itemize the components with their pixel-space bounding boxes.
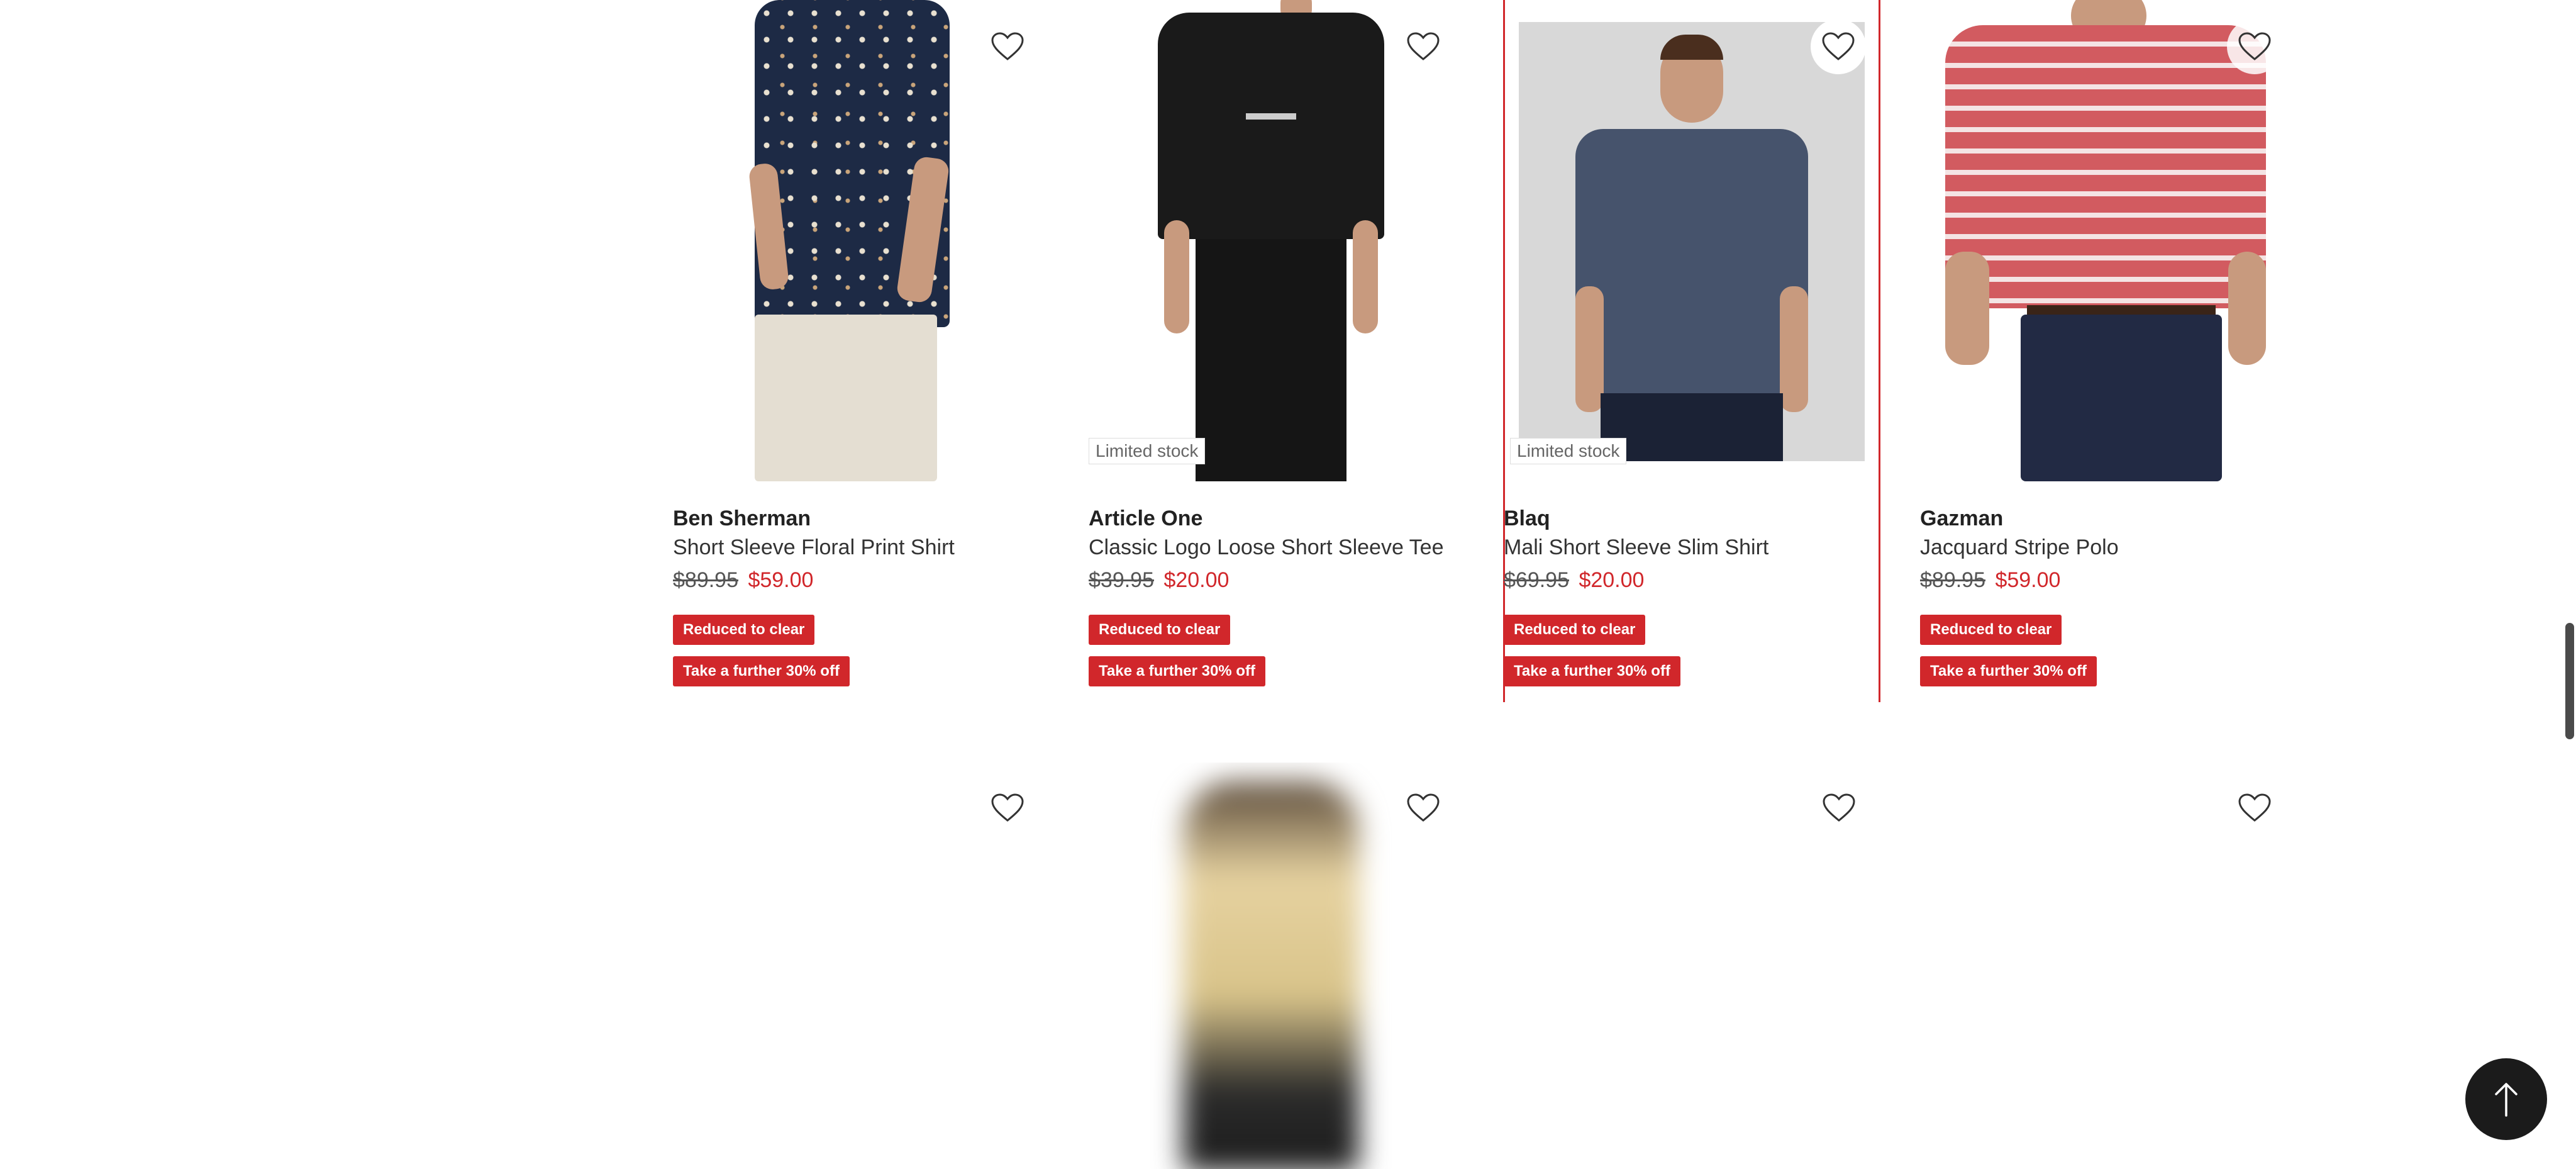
arrow-up-icon bbox=[2495, 1083, 2518, 1117]
was-price: $89.95 bbox=[1920, 568, 1985, 592]
product-brand: Article One bbox=[1089, 506, 1203, 530]
product-name: Classic Logo Loose Short Sleeve Tee bbox=[1089, 535, 1444, 559]
wishlist-button[interactable] bbox=[1811, 19, 1866, 74]
product-info[interactable]: Blaq Mali Short Sleeve Slim Shirt $69.95… bbox=[1504, 506, 1881, 686]
back-to-top-button[interactable] bbox=[2465, 1058, 2547, 1140]
sale-price: $20.00 bbox=[1163, 568, 1230, 592]
stock-tag: Limited stock bbox=[1089, 438, 1206, 464]
product-card[interactable]: Limited stock Article One Classic Logo L… bbox=[1089, 0, 1453, 702]
was-price: $89.95 bbox=[673, 568, 738, 592]
sale-price: $59.00 bbox=[748, 568, 814, 592]
product-info[interactable]: Article One Classic Logo Loose Short Sle… bbox=[1089, 506, 1466, 686]
product-image-loading[interactable] bbox=[1504, 763, 1869, 1169]
wishlist-button[interactable] bbox=[980, 19, 1035, 74]
product-image[interactable] bbox=[1920, 0, 2285, 481]
scrollbar-track[interactable] bbox=[2565, 0, 2576, 1169]
wishlist-button[interactable] bbox=[2227, 19, 2282, 74]
wishlist-button[interactable] bbox=[1396, 19, 1451, 74]
sale-price: $59.00 bbox=[1995, 568, 2061, 592]
was-price: $69.95 bbox=[1504, 568, 1569, 592]
heart-outline-icon bbox=[1407, 793, 1440, 822]
heart-outline-icon bbox=[2238, 32, 2271, 60]
product-card[interactable]: Ben Sherman Short Sleeve Floral Print Sh… bbox=[673, 0, 1038, 702]
further-off-badge: Take a further 30% off bbox=[1920, 656, 2097, 686]
product-image-loading[interactable] bbox=[1089, 763, 1453, 1169]
heart-outline-icon bbox=[1822, 32, 1855, 60]
wishlist-button[interactable] bbox=[1396, 780, 1451, 836]
reduced-badge: Reduced to clear bbox=[1504, 615, 1646, 645]
product-card-hovered[interactable]: Limited stock Blaq Mali Short Sleeve Sli… bbox=[1503, 0, 1880, 702]
further-off-badge: Take a further 30% off bbox=[673, 656, 850, 686]
wishlist-button[interactable] bbox=[980, 780, 1035, 836]
sale-price: $20.00 bbox=[1579, 568, 1645, 592]
product-card[interactable]: Gazman Jacquard Stripe Polo $89.95 $59.0… bbox=[1920, 0, 2285, 702]
product-price: $89.95 $59.00 bbox=[1920, 568, 2297, 603]
product-price: $69.95 $20.00 bbox=[1504, 568, 1881, 603]
reduced-badge: Reduced to clear bbox=[673, 615, 815, 645]
reduced-badge: Reduced to clear bbox=[1089, 615, 1231, 645]
product-image-loading[interactable] bbox=[673, 763, 1038, 1169]
wishlist-button[interactable] bbox=[1811, 780, 1867, 836]
product-card[interactable] bbox=[1920, 763, 2285, 1169]
product-info[interactable]: Gazman Jacquard Stripe Polo $89.95 $59.0… bbox=[1920, 506, 2297, 686]
heart-outline-icon bbox=[2238, 793, 2271, 822]
heart-outline-icon bbox=[991, 793, 1024, 822]
product-image-loading[interactable] bbox=[1920, 763, 2285, 1169]
product-brand: Gazman bbox=[1920, 506, 2004, 530]
heart-outline-icon bbox=[991, 32, 1024, 60]
product-info[interactable]: Ben Sherman Short Sleeve Floral Print Sh… bbox=[673, 506, 1050, 686]
stock-tag: Limited stock bbox=[1510, 438, 1627, 464]
product-brand: Ben Sherman bbox=[673, 506, 811, 530]
heart-outline-icon bbox=[1407, 32, 1440, 60]
product-name: Short Sleeve Floral Print Shirt bbox=[673, 535, 955, 559]
product-card[interactable] bbox=[1504, 763, 1869, 1169]
further-off-badge: Take a further 30% off bbox=[1504, 656, 1680, 686]
scrollbar-thumb[interactable] bbox=[2565, 623, 2574, 739]
product-grid: Ben Sherman Short Sleeve Floral Print Sh… bbox=[673, 0, 2336, 1169]
product-price: $39.95 $20.00 bbox=[1089, 568, 1466, 603]
was-price: $39.95 bbox=[1089, 568, 1154, 592]
product-brand: Blaq bbox=[1504, 506, 1550, 530]
heart-outline-icon bbox=[1823, 793, 1855, 822]
product-card[interactable] bbox=[673, 763, 1038, 1169]
product-name: Jacquard Stripe Polo bbox=[1920, 535, 2119, 559]
product-name: Mali Short Sleeve Slim Shirt bbox=[1504, 535, 1769, 559]
wishlist-button[interactable] bbox=[2227, 780, 2282, 836]
product-price: $89.95 $59.00 bbox=[673, 568, 1050, 603]
further-off-badge: Take a further 30% off bbox=[1089, 656, 1265, 686]
reduced-badge: Reduced to clear bbox=[1920, 615, 2062, 645]
product-card[interactable] bbox=[1089, 763, 1453, 1169]
product-image[interactable] bbox=[1089, 0, 1453, 481]
product-image[interactable] bbox=[673, 0, 1038, 481]
product-image[interactable] bbox=[1519, 22, 1865, 461]
